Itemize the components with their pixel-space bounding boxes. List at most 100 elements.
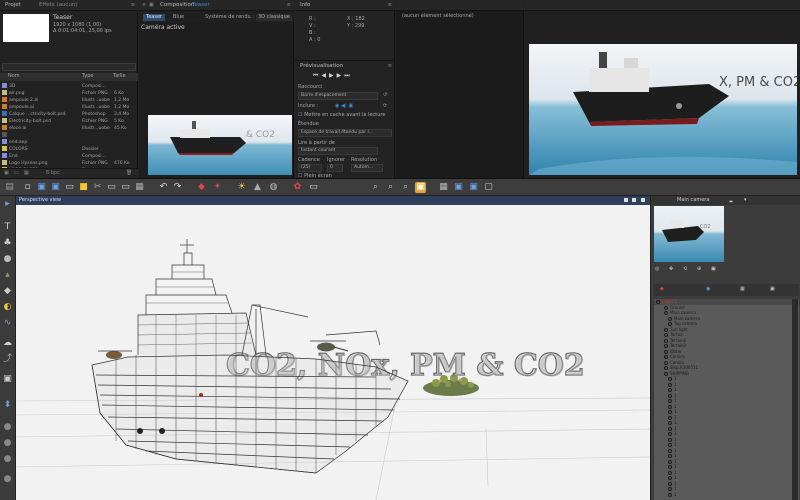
visibility-icon[interactable]: [664, 360, 668, 365]
visibility-icon[interactable]: [664, 371, 668, 376]
panel-menu-icon[interactable]: ≡: [287, 2, 291, 9]
render-icon[interactable]: ■: [78, 182, 89, 193]
move-object-icon[interactable]: ✦: [212, 182, 223, 193]
visibility-icon[interactable]: [668, 492, 672, 497]
outliner-view-icon[interactable]: ▦: [740, 286, 745, 293]
terrain-icon[interactable]: ▲: [252, 182, 263, 193]
palette-icon[interactable]: ✿: [292, 182, 303, 193]
visibility-icon[interactable]: [668, 415, 672, 420]
pan-icon[interactable]: ✥: [669, 266, 673, 273]
group-tool-icon[interactable]: ●: [2, 422, 13, 433]
sphere-tool-icon[interactable]: ●: [2, 254, 13, 265]
visibility-icon[interactable]: [656, 300, 660, 304]
rock-tool-icon[interactable]: ◆: [2, 286, 13, 297]
material-icon[interactable]: ▭: [308, 182, 319, 193]
menu-icon[interactable]: ▤: [4, 182, 15, 193]
visibility-icon[interactable]: [668, 377, 672, 381]
tab-info[interactable]: Info: [297, 0, 313, 11]
cube-tool-icon[interactable]: ▣: [2, 374, 13, 385]
camera-nav-icon[interactable]: ◎: [655, 266, 659, 273]
zoom-fit-icon[interactable]: ⌕: [370, 182, 381, 193]
globe-icon[interactable]: ◍: [268, 182, 279, 193]
project-search-input[interactable]: [2, 63, 136, 71]
resolution-select[interactable]: Autom...: [351, 164, 383, 172]
skip-select[interactable]: 0: [327, 164, 343, 172]
visibility-icon[interactable]: [668, 404, 672, 409]
paint-tool-icon[interactable]: ●: [2, 438, 13, 449]
close-icon[interactable]: ×: [142, 2, 146, 9]
save-icon[interactable]: ▣: [50, 182, 61, 193]
project-item[interactable]: Electricity-bolt.psd Fichier PNG 5 Ko: [2, 118, 136, 125]
project-item[interactable]: Logo Hyseas.png Fichier PNG 476 Ko: [2, 160, 136, 167]
interpret-icon[interactable]: ▣: [4, 170, 9, 177]
col-type[interactable]: Type: [82, 73, 93, 80]
visibility-icon[interactable]: [668, 432, 672, 436]
loop-icon[interactable]: ⟳: [383, 103, 387, 110]
save-as-icon[interactable]: ▭: [64, 182, 75, 193]
visibility-icon[interactable]: [668, 448, 672, 453]
range-select[interactable]: Espace de travail étendu par l...: [298, 129, 392, 137]
zoom-in-icon[interactable]: ⌕: [385, 182, 396, 193]
visibility-icon[interactable]: [668, 459, 672, 464]
cut-icon[interactable]: ✂: [92, 182, 103, 193]
visibility-icon[interactable]: [668, 421, 672, 425]
orbit-icon[interactable]: ⟲: [683, 266, 687, 273]
subtab-blue[interactable]: Blue: [173, 14, 184, 21]
col-size[interactable]: Taille: [113, 73, 126, 80]
visibility-icon[interactable]: [668, 426, 672, 431]
comp-viewer-render[interactable]: & CO2: [148, 115, 292, 175]
view-icon[interactable]: ▣: [453, 182, 464, 193]
scale-tool-icon[interactable]: ⬍: [2, 400, 13, 411]
project-item[interactable]: air.png Fichier PNG 6 Ko: [2, 90, 136, 97]
maximize-icon[interactable]: [624, 198, 628, 202]
visibility-icon[interactable]: [664, 311, 668, 315]
visibility-icon[interactable]: [668, 481, 672, 486]
outliner-selected-icon[interactable]: ◆: [660, 286, 664, 293]
viewer-render[interactable]: X, PM & CO2: [529, 44, 797, 175]
lock-icon[interactable]: ▣: [149, 2, 154, 9]
project-item[interactable]: [2, 132, 136, 139]
options-icon[interactable]: [632, 198, 636, 202]
camera-icon[interactable]: ▦: [438, 182, 449, 193]
panel-menu-icon[interactable]: ≡: [131, 2, 135, 9]
prev-frame-icon[interactable]: ◀: [321, 72, 329, 79]
new-comp-icon[interactable]: ▦: [24, 170, 29, 177]
project-item[interactable]: ampoule 2.ai Illustr...uobe 1,2 Mo: [2, 97, 136, 104]
render-view-icon[interactable]: ▣: [468, 182, 479, 193]
cloud-tool-icon[interactable]: ☁: [2, 338, 13, 349]
text-tool-icon[interactable]: T: [2, 222, 13, 233]
play-from-select[interactable]: Instant courant: [298, 147, 378, 155]
visibility-icon[interactable]: [668, 487, 672, 491]
outliner-options-icon[interactable]: ▣: [770, 286, 775, 293]
visibility-icon[interactable]: [668, 388, 672, 392]
last-frame-icon[interactable]: ⏭: [344, 72, 352, 79]
close-view-icon[interactable]: [641, 198, 645, 202]
camera-lock-icon[interactable]: ▣: [711, 266, 716, 273]
render-region-icon[interactable]: ▣: [415, 182, 426, 193]
tab-comp-name[interactable]: Teaser: [189, 0, 213, 11]
zoom-out-icon[interactable]: ⌕: [400, 182, 411, 193]
project-item[interactable]: 3D Composi...: [2, 83, 136, 90]
col-name[interactable]: Nom: [8, 73, 20, 80]
visibility-icon[interactable]: [668, 470, 672, 475]
light-tool-icon[interactable]: ◐: [2, 302, 13, 313]
perspective-viewport[interactable]: Perspective view CO2, NOx, PM & CO2 CO2,…: [16, 196, 650, 500]
visibility-icon[interactable]: [664, 338, 668, 343]
curve-tool-icon[interactable]: ∿: [2, 318, 13, 329]
select-tool-icon[interactable]: ▸: [2, 199, 13, 210]
camera-name[interactable]: Main camera: [677, 197, 709, 204]
visibility-icon[interactable]: [664, 366, 668, 370]
paste-icon[interactable]: ▭: [120, 182, 131, 193]
tab-project[interactable]: Projet: [2, 0, 24, 11]
project-item[interactable]: ampoule.ai Illustr...uobe 1,2 Mo: [2, 104, 136, 111]
undo-icon[interactable]: ↶: [158, 182, 169, 193]
visibility-icon[interactable]: [668, 465, 672, 469]
project-item[interactable]: eloce.ai Illustr...uobe 45 Ko: [2, 125, 136, 132]
cache-checkbox[interactable]: ☐ Mettre en cache avant la lecture: [298, 112, 385, 119]
project-item[interactable]: End Composi...: [2, 153, 136, 160]
visibility-icon[interactable]: [668, 443, 672, 447]
duplicate-icon[interactable]: ▦: [134, 182, 145, 193]
renderer-select[interactable]: 3D classique: [256, 14, 292, 21]
select-object-icon[interactable]: ◆: [196, 182, 207, 193]
terrain-tool-icon[interactable]: ▴: [2, 270, 13, 281]
